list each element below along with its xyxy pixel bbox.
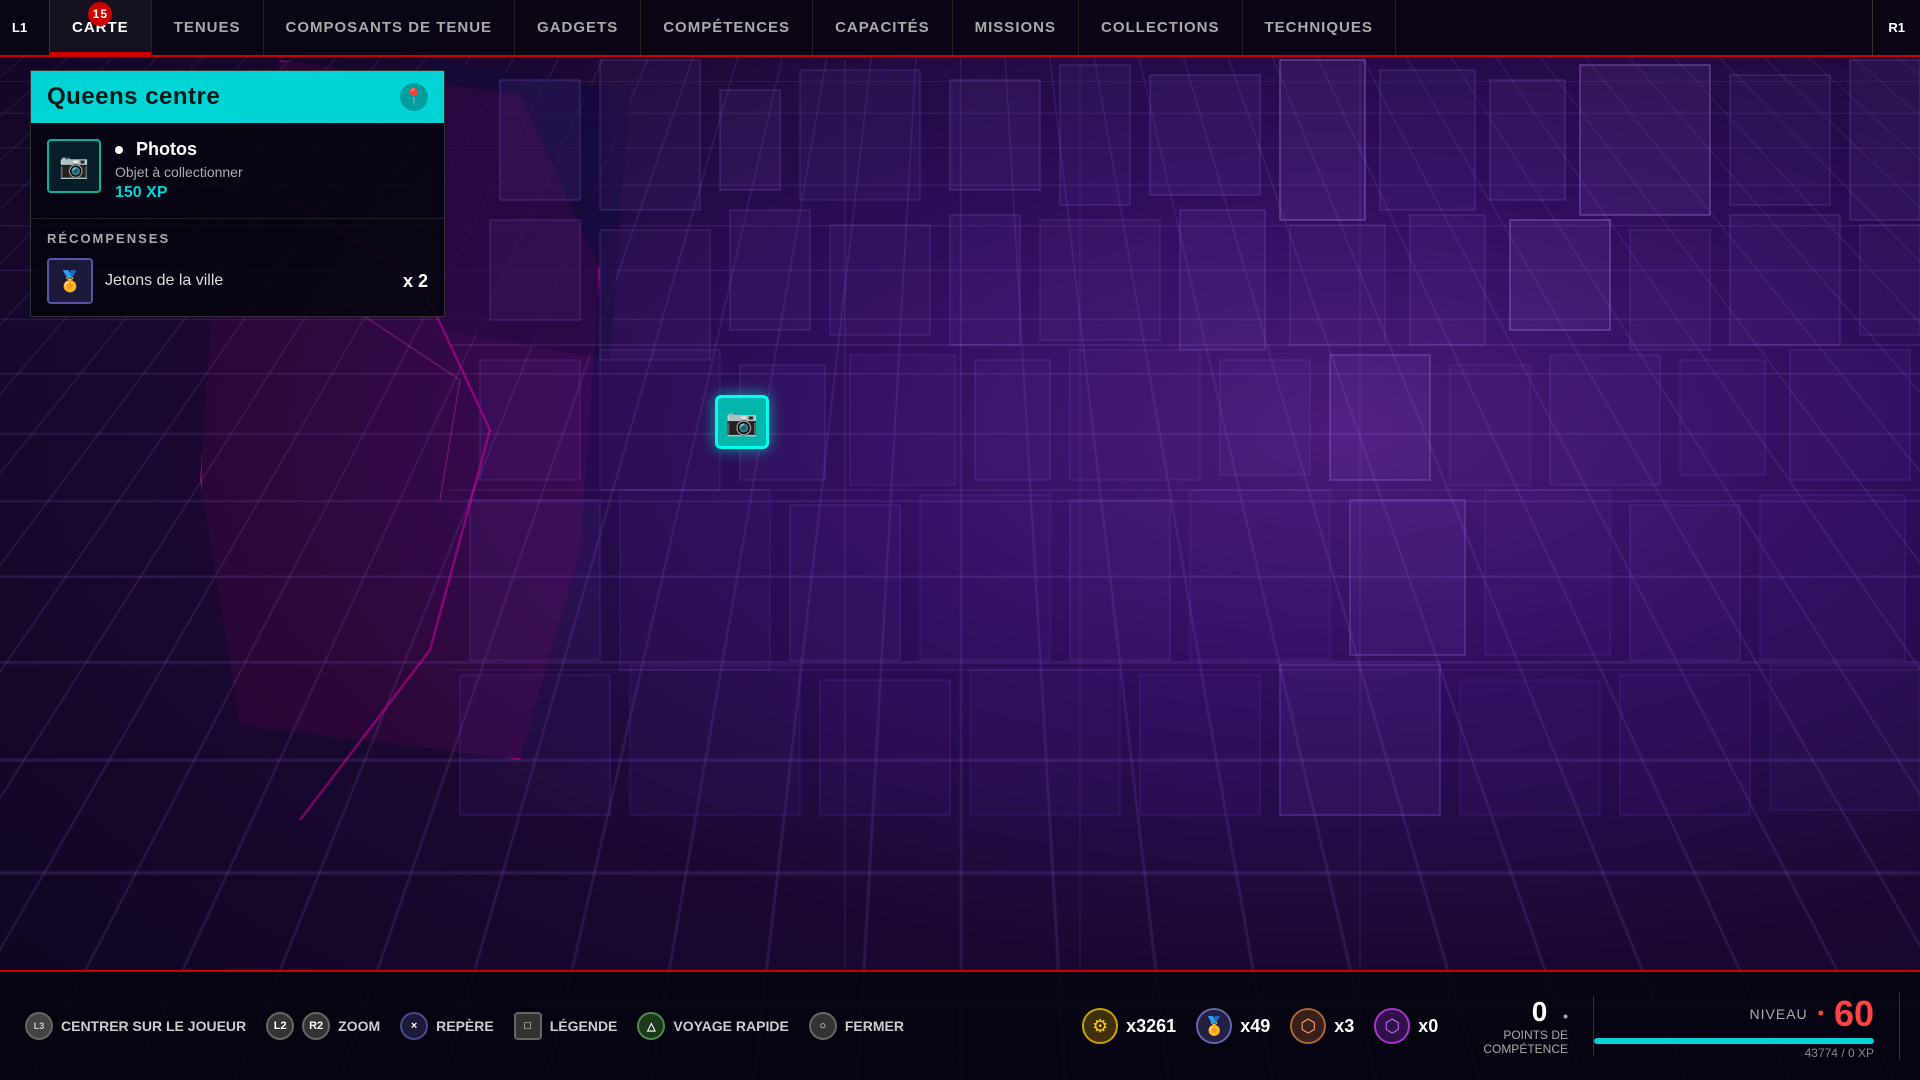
zoom-label: ZOOM xyxy=(338,1018,380,1034)
currency-rare: ⬡ x0 xyxy=(1374,1008,1438,1044)
fermer-label: FERMER xyxy=(845,1018,904,1034)
gold-icon: ⚙ xyxy=(1082,1008,1118,1044)
l1-button[interactable]: L1 xyxy=(0,0,50,55)
tab-capacites[interactable]: CAPACITÉS xyxy=(813,0,953,55)
bronze-icon: ⬡ xyxy=(1290,1008,1326,1044)
gold-value: x3261 xyxy=(1126,1016,1176,1037)
tab-composants-label: COMPOSANTS DE TENUE xyxy=(286,19,493,36)
tab-competences-label: COMPÉTENCES xyxy=(663,19,790,36)
bronze-value: x3 xyxy=(1334,1016,1354,1037)
currency-silver: 🏅 x49 xyxy=(1196,1008,1270,1044)
currency-gold: ⚙ x3261 xyxy=(1082,1008,1176,1044)
level-dot: • xyxy=(1818,1003,1824,1024)
level-value: 60 xyxy=(1834,993,1874,1035)
top-navigation: L1 15 CARTE TENUES COMPOSANTS DE TENUE G… xyxy=(0,0,1920,57)
pin-icon: 📍 xyxy=(400,83,428,111)
item-xp: 150 XP xyxy=(115,184,428,202)
item-details: Photos Objet à collectionner 150 XP xyxy=(115,139,428,202)
tab-gadgets-label: GADGETS xyxy=(537,19,618,36)
cross-button[interactable]: × xyxy=(400,1012,428,1040)
tab-missions[interactable]: MISSIONS xyxy=(953,0,1079,55)
tab-gadgets[interactable]: GADGETS xyxy=(515,0,641,55)
xp-bar-fill xyxy=(1594,1038,1874,1044)
map-camera-marker[interactable]: 📷 xyxy=(715,395,769,449)
currency-group: ⚙ x3261 🏅 x49 ⬡ x3 ⬡ x0 xyxy=(1062,1008,1458,1044)
r1-button[interactable]: R1 xyxy=(1872,0,1920,55)
control-repere: × REPÈRE xyxy=(400,1012,494,1040)
skill-points-label: POINTS DE COMPÉTENCE xyxy=(1483,1028,1568,1056)
xp-bar-background xyxy=(1594,1038,1874,1044)
bottom-controls: L3 CENTRER SUR LE JOUEUR L2 R2 ZOOM × RE… xyxy=(0,1012,1042,1040)
control-zoom: L2 R2 ZOOM xyxy=(266,1012,380,1040)
triangle-button[interactable]: △ xyxy=(637,1012,665,1040)
control-fermer: ○ FERMER xyxy=(809,1012,904,1040)
repere-label: REPÈRE xyxy=(436,1018,494,1034)
bottom-hud: L3 CENTRER SUR LE JOUEUR L2 R2 ZOOM × RE… xyxy=(0,970,1920,1080)
legende-label: LÉGENDE xyxy=(550,1018,618,1034)
level-block: NIVEAU • 60 43774 / 0 XP xyxy=(1594,993,1900,1060)
square-button[interactable]: □ xyxy=(514,1012,542,1040)
item-type: Objet à collectionner xyxy=(115,164,428,180)
tab-capacites-label: CAPACITÉS xyxy=(835,19,930,36)
tab-carte[interactable]: 15 CARTE xyxy=(50,0,152,55)
rare-icon: ⬡ xyxy=(1374,1008,1410,1044)
rewards-title: RÉCOMPENSES xyxy=(47,231,428,246)
r2-button[interactable]: R2 xyxy=(302,1012,330,1040)
reward-count: x 2 xyxy=(403,271,428,292)
item-dot xyxy=(115,146,123,154)
reward-name: Jetons de la ville xyxy=(105,272,391,290)
bottom-right-stats: ⚙ x3261 🏅 x49 ⬡ x3 ⬡ x0 0 • POINT xyxy=(1042,993,1920,1060)
info-panel: Queens centre 📍 📷 Photos Objet à collect… xyxy=(30,70,445,317)
voyage-label: VOYAGE RAPIDE xyxy=(673,1018,788,1034)
collectible-item: 📷 Photos Objet à collectionner 150 XP xyxy=(31,123,444,219)
center-player-label: CENTRER SUR LE JOUEUR xyxy=(61,1018,246,1034)
skill-points-dot: • xyxy=(1563,1008,1568,1024)
currency-bronze: ⬡ x3 xyxy=(1290,1008,1354,1044)
control-voyage: △ VOYAGE RAPIDE xyxy=(637,1012,788,1040)
xp-text: 43774 / 0 XP xyxy=(1594,1046,1874,1060)
level-label: NIVEAU xyxy=(1750,1006,1808,1022)
tab-tenues[interactable]: TENUES xyxy=(152,0,264,55)
panel-header: Queens centre 📍 xyxy=(31,71,444,123)
tab-missions-label: MISSIONS xyxy=(975,19,1056,36)
silver-value: x49 xyxy=(1240,1016,1270,1037)
tab-tenues-label: TENUES xyxy=(174,19,241,36)
l3-button[interactable]: L3 xyxy=(25,1012,53,1040)
control-center-player: L3 CENTRER SUR LE JOUEUR xyxy=(25,1012,246,1040)
tab-collections[interactable]: COLLECTIONS xyxy=(1079,0,1243,55)
tab-composants[interactable]: COMPOSANTS DE TENUE xyxy=(264,0,516,55)
reward-row: 🏅 Jetons de la ville x 2 xyxy=(47,258,428,304)
tab-techniques-label: TECHNIQUES xyxy=(1265,19,1373,36)
tab-techniques[interactable]: TECHNIQUES xyxy=(1243,0,1396,55)
notification-badge: 15 xyxy=(88,2,112,26)
xp-bar-container: 43774 / 0 XP xyxy=(1594,1038,1874,1060)
skill-points-block: 0 • POINTS DE COMPÉTENCE xyxy=(1458,996,1594,1056)
silver-icon: 🏅 xyxy=(1196,1008,1232,1044)
reward-icon: 🏅 xyxy=(47,258,93,304)
tab-collections-label: COLLECTIONS xyxy=(1101,19,1220,36)
item-name: Photos xyxy=(115,139,428,160)
item-icon: 📷 xyxy=(47,139,101,193)
panel-title: Queens centre xyxy=(47,83,220,111)
control-legende: □ LÉGENDE xyxy=(514,1012,618,1040)
level-row: NIVEAU • 60 xyxy=(1750,993,1874,1035)
skill-points-value: 0 • xyxy=(1532,996,1568,1028)
l2-button[interactable]: L2 xyxy=(266,1012,294,1040)
tab-competences[interactable]: COMPÉTENCES xyxy=(641,0,813,55)
circle-button[interactable]: ○ xyxy=(809,1012,837,1040)
rewards-section: RÉCOMPENSES 🏅 Jetons de la ville x 2 xyxy=(31,219,444,316)
rare-value: x0 xyxy=(1418,1016,1438,1037)
